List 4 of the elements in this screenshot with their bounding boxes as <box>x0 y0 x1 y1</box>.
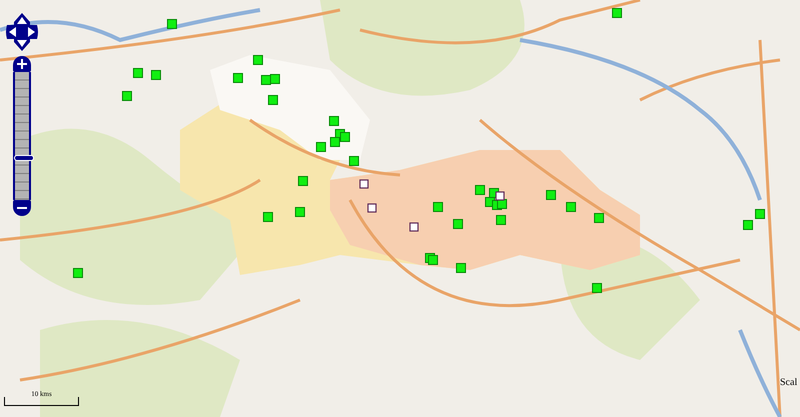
zoom-out-button[interactable] <box>13 200 31 216</box>
zoom-slider-thumb[interactable] <box>14 155 34 162</box>
scale-caption: Scal <box>780 377 798 388</box>
pan-control-icon[interactable] <box>4 12 40 52</box>
